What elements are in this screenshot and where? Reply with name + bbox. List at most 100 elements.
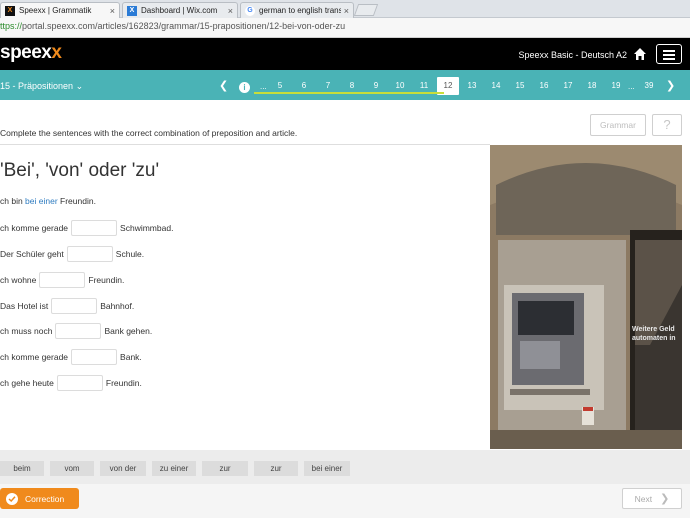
close-tab-icon[interactable]: × bbox=[228, 6, 233, 16]
sentence-end: Schwimmbad. bbox=[120, 223, 174, 233]
page-link[interactable]: 17 bbox=[558, 81, 578, 90]
sentence-start: Das Hotel ist bbox=[0, 301, 49, 311]
progress-line bbox=[254, 92, 444, 94]
answer-gap[interactable] bbox=[55, 323, 102, 339]
browser-tab-strip: X Speexx | Grammatik × X Dashboard | Wix… bbox=[0, 0, 690, 18]
url-path: portal.speexx.com/articles/162823/gramma… bbox=[22, 21, 346, 31]
logo-x: x bbox=[51, 42, 62, 63]
sentence-row: ch komme gerade Bank. bbox=[0, 348, 142, 366]
sentence-row: ch wohne Freundin. bbox=[0, 271, 124, 289]
menu-line bbox=[663, 54, 675, 56]
tab-title: german to english transla bbox=[259, 6, 341, 15]
chevron-down-icon: ⌄ bbox=[75, 81, 84, 91]
browser-tab-google[interactable]: G german to english transla × bbox=[240, 2, 354, 18]
google-favicon-icon: G bbox=[245, 5, 255, 16]
next-button[interactable]: Next ❯ bbox=[622, 488, 682, 509]
sentence-row: ch gehe heute Freundin. bbox=[0, 374, 142, 392]
sentence-end: Schule. bbox=[115, 249, 145, 259]
word-chip[interactable]: zu einer bbox=[152, 461, 196, 476]
correction-button[interactable]: Correction bbox=[0, 488, 79, 509]
chevron-right-icon: ❯ bbox=[660, 493, 670, 505]
pagination-ellipsis: ... bbox=[260, 82, 267, 91]
atm-illustration: Weitere Geld automaten in bbox=[490, 145, 682, 449]
page-link[interactable]: 39 bbox=[639, 81, 659, 90]
chapter-dropdown[interactable]: 15 - Präpositionen ⌄ bbox=[0, 81, 83, 92]
new-tab-button[interactable] bbox=[353, 4, 379, 16]
word-chip[interactable]: bei einer bbox=[304, 461, 350, 476]
atm-sign-line: Weitere Geld bbox=[632, 326, 675, 333]
sentence-start: ch komme gerade bbox=[0, 352, 69, 362]
page-link[interactable]: 18 bbox=[582, 81, 602, 90]
close-tab-icon[interactable]: × bbox=[344, 6, 349, 16]
example-text: ch bin bbox=[0, 196, 26, 206]
next-page-arrow-icon[interactable]: ❯ bbox=[666, 79, 675, 92]
page-link[interactable]: 6 bbox=[294, 81, 314, 90]
word-chip[interactable]: von der bbox=[100, 461, 146, 476]
next-label: Next bbox=[634, 493, 653, 504]
sentence-end: Bank. bbox=[120, 352, 142, 362]
word-chip[interactable]: zur bbox=[254, 461, 298, 476]
checkmark-icon bbox=[6, 492, 18, 505]
close-tab-icon[interactable]: × bbox=[110, 6, 115, 16]
info-icon[interactable]: i bbox=[239, 82, 250, 93]
page-link[interactable]: 13 bbox=[462, 81, 482, 90]
speexx-favicon-icon: X bbox=[5, 5, 15, 16]
answer-gap[interactable] bbox=[66, 246, 113, 262]
browser-tab-speexx[interactable]: X Speexx | Grammatik × bbox=[0, 2, 120, 18]
page-link[interactable]: 11 bbox=[414, 81, 434, 90]
url-text[interactable]: ttps://portal.speexx.com/articles/162823… bbox=[0, 21, 345, 31]
wix-favicon-icon: X bbox=[127, 5, 137, 16]
menu-line bbox=[663, 58, 675, 60]
page-link[interactable]: 16 bbox=[534, 81, 554, 90]
sentence-row: Der Schüler geht Schule. bbox=[0, 245, 144, 263]
sentence-end: Bank gehen. bbox=[104, 326, 153, 336]
exercise-navbar: 15 - Präpositionen ⌄ ❮ i ... 5 6 7 8 9 1… bbox=[0, 70, 690, 100]
footer-bar: Correction Next ❯ bbox=[0, 484, 690, 518]
page-link[interactable]: 7 bbox=[318, 81, 338, 90]
pagination-ellipsis: ... bbox=[628, 82, 635, 91]
course-plan-label: Speexx Basic - Deutsch A2 bbox=[518, 50, 627, 60]
divider bbox=[0, 144, 490, 145]
sentence-start: ch muss noch bbox=[0, 326, 53, 336]
sentence-end: Freundin. bbox=[105, 378, 142, 388]
page-link[interactable]: 8 bbox=[342, 81, 362, 90]
atm-sign-line: automaten in bbox=[632, 335, 676, 342]
sentence-start: ch wohne bbox=[0, 275, 37, 285]
word-chip[interactable]: vom bbox=[50, 461, 94, 476]
previous-page-arrow-icon[interactable]: ❮ bbox=[219, 79, 228, 92]
browser-tab-wix[interactable]: X Dashboard | Wix.com × bbox=[122, 2, 238, 18]
answer-gap[interactable] bbox=[71, 349, 118, 365]
page-link[interactable]: 15 bbox=[510, 81, 530, 90]
page-link[interactable]: 5 bbox=[270, 81, 290, 90]
page-link[interactable]: 19 bbox=[606, 81, 626, 90]
page-link[interactable]: 10 bbox=[390, 81, 410, 90]
tab-title: Dashboard | Wix.com bbox=[141, 6, 218, 15]
hamburger-menu-button[interactable] bbox=[656, 44, 682, 64]
address-bar[interactable]: ttps://portal.speexx.com/articles/162823… bbox=[0, 18, 690, 38]
word-chip[interactable]: zur bbox=[202, 461, 248, 476]
atm-photo: Weitere Geld automaten in bbox=[490, 145, 682, 449]
answer-gap[interactable] bbox=[71, 220, 118, 236]
sentence-row: Das Hotel ist Bahnhof. bbox=[0, 297, 134, 315]
answer-gap[interactable] bbox=[51, 298, 98, 314]
page-link[interactable]: 9 bbox=[366, 81, 386, 90]
tab-title: Speexx | Grammatik bbox=[19, 6, 92, 15]
example-sentence: ch bin bei einer Freundin. bbox=[0, 196, 96, 206]
chapter-label: 15 - Präpositionen bbox=[0, 81, 74, 91]
sentence-row: ch komme gerade Schwimmbad. bbox=[0, 219, 173, 237]
grammar-button[interactable]: Grammar bbox=[590, 114, 646, 136]
home-icon[interactable] bbox=[633, 47, 647, 61]
sentence-start: ch komme gerade bbox=[0, 223, 69, 233]
page-link[interactable]: 14 bbox=[486, 81, 506, 90]
exercise-title: 'Bei', 'von' oder 'zu' bbox=[0, 160, 160, 181]
correction-label: Correction bbox=[25, 493, 65, 504]
answer-gap[interactable] bbox=[39, 272, 86, 288]
answer-gap[interactable] bbox=[56, 375, 103, 391]
word-bank: beim vom von der zu einer zur zur bei ei… bbox=[0, 450, 690, 484]
speexx-logo[interactable]: speexx bbox=[0, 42, 62, 64]
logo-text: speex bbox=[0, 42, 52, 63]
help-button[interactable]: ? bbox=[652, 114, 682, 136]
word-chip[interactable]: beim bbox=[0, 461, 44, 476]
example-answer: bei einer bbox=[25, 196, 58, 206]
sentence-start: Der Schüler geht bbox=[0, 249, 64, 259]
